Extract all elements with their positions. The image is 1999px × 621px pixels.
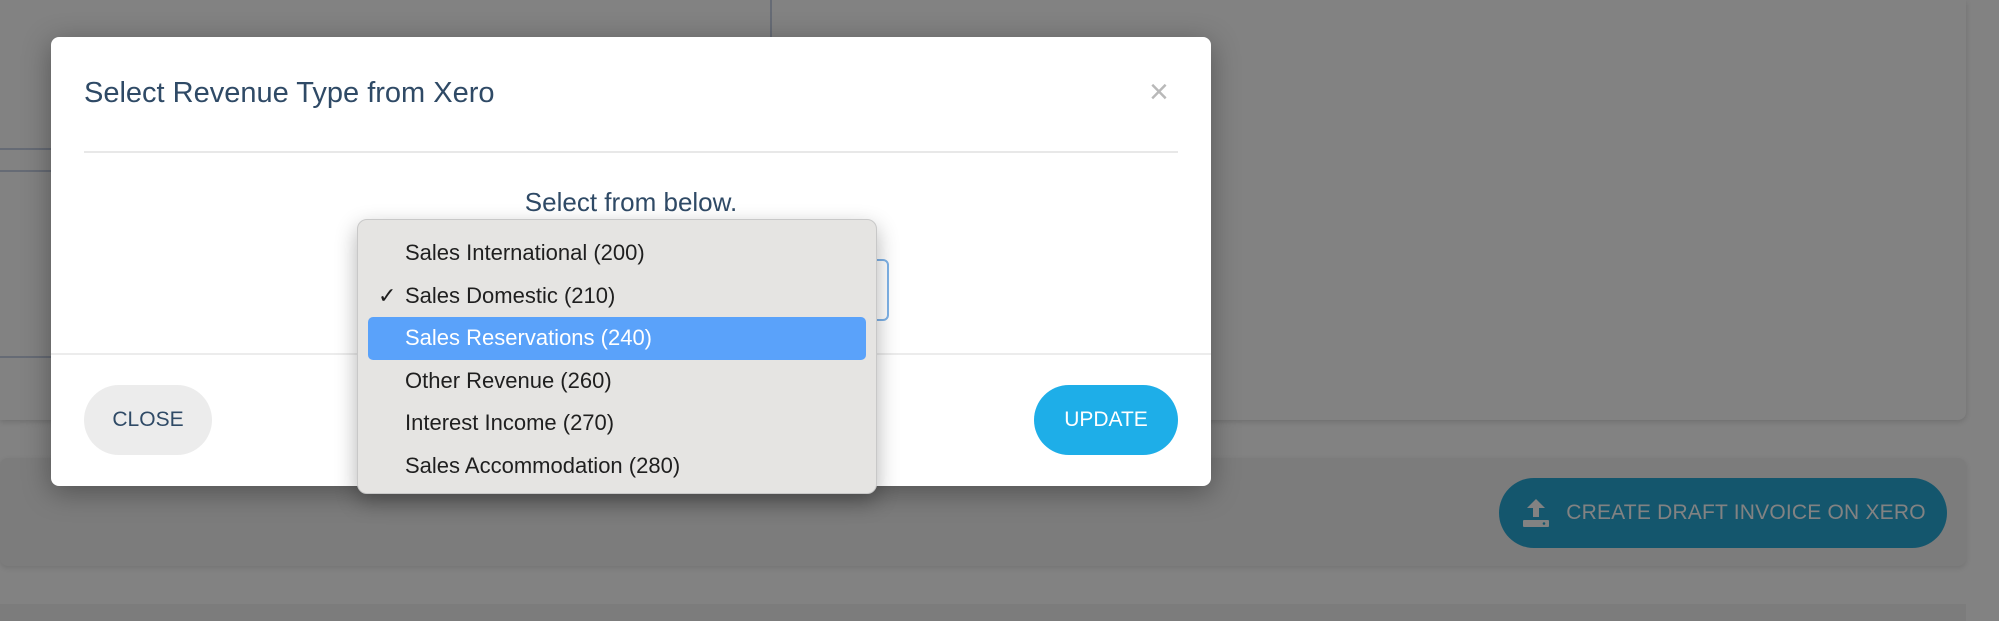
dropdown-option[interactable]: Other Revenue (260) [368,360,866,403]
select-prompt: Select from below. [524,187,738,217]
close-icon[interactable]: × [1149,75,1169,109]
revenue-type-dropdown: Sales International (200) ✓ Sales Domest… [357,219,877,494]
dropdown-option-highlighted[interactable]: Sales Reservations (240) [368,317,866,360]
option-label: Sales Reservations (240) [405,325,653,351]
option-label: Sales Accommodation (280) [405,452,681,478]
dropdown-option[interactable]: Interest Income (270) [368,402,866,445]
check-icon: ✓ [378,282,397,308]
close-button[interactable]: CLOSE [84,385,212,455]
option-label: Sales International (200) [405,240,645,266]
option-label: Sales Domestic (210) [405,282,616,308]
option-label: Other Revenue (260) [405,367,612,393]
modal-header-divider [84,151,1178,153]
dropdown-option-selected[interactable]: ✓ Sales Domestic (210) [368,275,866,318]
dropdown-option[interactable]: Sales Accommodation (280) [368,445,866,488]
modal-title: Select Revenue Type from Xero [84,77,495,109]
update-button[interactable]: UPDATE [1034,385,1178,455]
option-label: Interest Income (270) [405,410,615,436]
dropdown-option[interactable]: Sales International (200) [368,232,866,275]
